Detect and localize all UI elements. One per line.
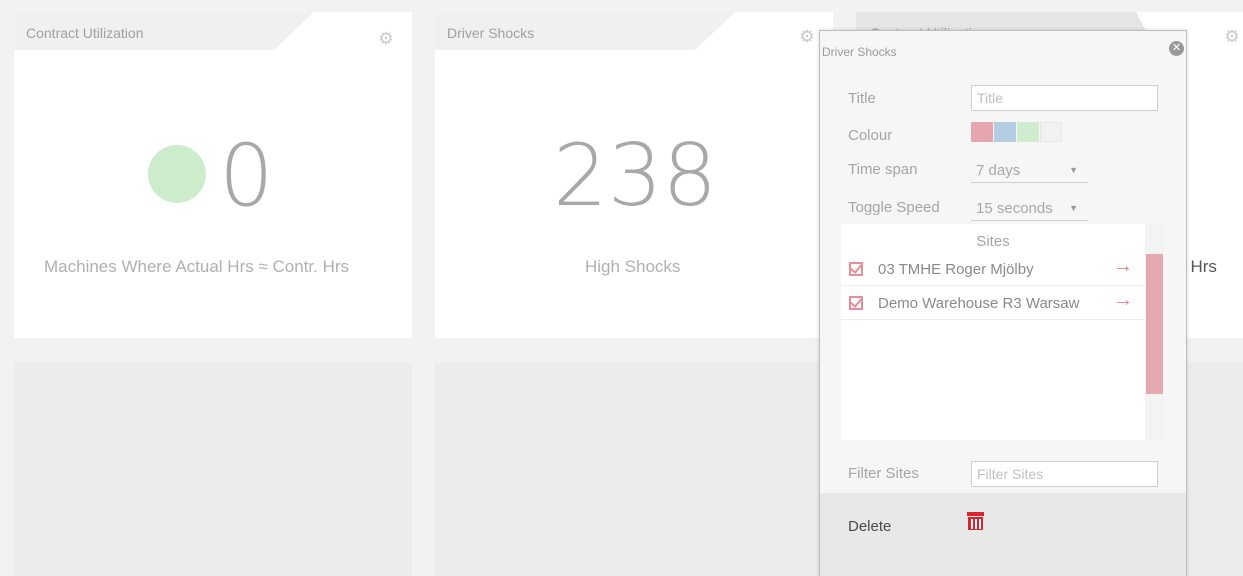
checkbox-checked-icon[interactable] (849, 296, 863, 310)
delete-label: Delete (848, 518, 892, 535)
colour-swatch-grey[interactable] (1040, 122, 1062, 142)
timespan-select[interactable]: 7 days ▼ (971, 159, 1088, 183)
site-row[interactable]: Demo Warehouse R3 Warsaw → (841, 287, 1145, 320)
filter-sites-input[interactable] (971, 461, 1158, 487)
timespan-value: 7 days (976, 162, 1021, 179)
status-dot (148, 145, 206, 203)
tile-contract-utilization: Contract Utilization ⚙ 0 Machines Where … (14, 12, 412, 338)
tile-title: Driver Shocks (447, 25, 535, 41)
site-name: Demo Warehouse R3 Warsaw (878, 295, 1080, 312)
tile-driver-shocks: Driver Shocks ⚙ 238 High Shocks (435, 12, 833, 338)
tile-subtitle: High Shocks (585, 257, 681, 276)
tile-value: 0 (219, 126, 274, 226)
site-row[interactable]: 03 TMHE Roger Mjölby → (841, 253, 1145, 286)
delete-section: Delete (820, 493, 1186, 576)
tile-value: 238 (553, 126, 718, 226)
title-input[interactable] (971, 85, 1158, 111)
colour-swatch-blue[interactable] (994, 122, 1016, 142)
checkbox-checked-icon[interactable] (849, 262, 863, 276)
arrow-right-icon[interactable]: → (1113, 289, 1133, 312)
scrollbar-thumb[interactable] (1146, 254, 1163, 394)
empty-tile-slot (1187, 362, 1243, 576)
title-label: Title (848, 90, 876, 107)
timespan-label: Time span (848, 161, 918, 178)
site-name: 03 TMHE Roger Mjölby (878, 261, 1034, 278)
empty-tile-slot (14, 362, 412, 576)
close-icon[interactable]: ✕ (1169, 41, 1184, 56)
chevron-down-icon: ▼ (1069, 203, 1078, 213)
trash-icon[interactable] (967, 512, 984, 530)
empty-tile-slot (435, 362, 833, 576)
chevron-down-icon: ▼ (1069, 165, 1078, 175)
toggle-speed-value: 15 seconds (976, 200, 1053, 217)
toggle-speed-select[interactable]: 15 seconds ▼ (971, 197, 1088, 221)
tile-title: Contract Utilization (26, 25, 144, 41)
gear-icon[interactable]: ⚙ (378, 30, 394, 47)
colour-swatch-green[interactable] (1017, 122, 1039, 142)
sites-heading: Sites (976, 233, 1010, 250)
toggle-speed-label: Toggle Speed (848, 199, 940, 216)
colour-label: Colour (848, 127, 893, 144)
filter-sites-label: Filter Sites (848, 465, 919, 482)
panel-title: Driver Shocks (822, 45, 897, 59)
arrow-right-icon[interactable]: → (1113, 255, 1133, 278)
colour-swatch-pink[interactable] (971, 122, 993, 142)
gear-icon[interactable]: ⚙ (799, 28, 815, 45)
gear-icon[interactable]: ⚙ (1224, 28, 1240, 45)
tile-settings-panel: Driver Shocks ✕ Title Colour Time span 7… (819, 30, 1187, 576)
tile-subtitle: Machines Where Actual Hrs ≈ Contr. Hrs (44, 257, 350, 276)
sites-list: Sites 03 TMHE Roger Mjölby → Demo Wareho… (841, 224, 1145, 440)
